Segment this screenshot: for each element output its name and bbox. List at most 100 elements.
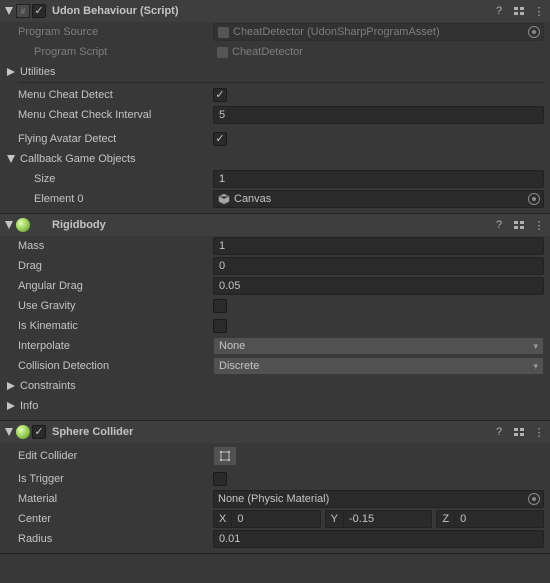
callback-element0-label: Element 0 bbox=[34, 193, 213, 205]
drag-label: Drag bbox=[18, 260, 213, 272]
edit-collider-icon bbox=[218, 449, 232, 463]
material-value: None (Physic Material) bbox=[218, 493, 329, 505]
info-foldout[interactable]: Info bbox=[0, 396, 550, 416]
sphere-collider-header[interactable]: Sphere Collider ? ⋮ bbox=[0, 421, 550, 443]
script-asset-icon bbox=[217, 47, 228, 58]
program-script-row: Program Script CheatDetector bbox=[0, 42, 550, 62]
callback-label: Callback Game Objects bbox=[20, 153, 136, 165]
help-icon[interactable]: ? bbox=[492, 425, 506, 439]
component-title: Rigidbody bbox=[52, 219, 490, 231]
flying-avatar-detect-label: Flying Avatar Detect bbox=[18, 133, 213, 145]
callback-element0-field[interactable]: Canvas bbox=[213, 190, 544, 208]
angular-drag-input[interactable] bbox=[213, 277, 544, 295]
program-script-label: Program Script bbox=[34, 46, 213, 58]
program-source-value: CheatDetector (UdonSharpProgramAsset) bbox=[233, 26, 440, 38]
menu-cheat-interval-label: Menu Cheat Check Interval bbox=[18, 109, 213, 121]
center-z-label: Z bbox=[436, 510, 454, 528]
program-source-row: Program Source CheatDetector (UdonSharpP… bbox=[0, 22, 550, 42]
angular-drag-label: Angular Drag bbox=[18, 280, 213, 292]
mass-label: Mass bbox=[18, 240, 213, 252]
collision-detection-dropdown[interactable]: Discrete bbox=[213, 357, 544, 375]
is-trigger-label: Is Trigger bbox=[18, 473, 213, 485]
foldout-icon[interactable] bbox=[4, 220, 14, 230]
component-enable-checkbox[interactable] bbox=[32, 4, 46, 18]
rigidbody-icon bbox=[16, 218, 30, 232]
is-trigger-checkbox[interactable] bbox=[213, 472, 227, 486]
constraints-foldout[interactable]: Constraints bbox=[0, 376, 550, 396]
flying-avatar-detect-row: Flying Avatar Detect bbox=[0, 129, 550, 149]
udon-behaviour-component: # Udon Behaviour (Script) ? ⋮ Program So… bbox=[0, 0, 550, 214]
callback-element0-row: Element 0 Canvas bbox=[0, 189, 550, 209]
program-source-field[interactable]: CheatDetector (UdonSharpProgramAsset) bbox=[213, 23, 544, 41]
edit-collider-button[interactable] bbox=[213, 446, 237, 466]
center-z-input[interactable] bbox=[454, 510, 544, 528]
foldout-icon bbox=[6, 154, 16, 164]
center-vector: X Y Z bbox=[213, 510, 544, 528]
callback-element0-value: Canvas bbox=[234, 193, 271, 205]
center-label: Center bbox=[18, 513, 213, 525]
use-gravity-checkbox[interactable] bbox=[213, 299, 227, 313]
callback-size-input[interactable] bbox=[213, 170, 544, 188]
preset-icon[interactable] bbox=[512, 4, 526, 18]
preset-icon[interactable] bbox=[512, 218, 526, 232]
rigidbody-header[interactable]: Rigidbody ? ⋮ bbox=[0, 214, 550, 236]
foldout-icon[interactable] bbox=[4, 6, 14, 16]
use-gravity-label: Use Gravity bbox=[18, 300, 213, 312]
script-icon: # bbox=[16, 4, 30, 18]
callback-size-row: Size bbox=[0, 169, 550, 189]
constraints-label: Constraints bbox=[20, 380, 76, 392]
menu-cheat-interval-input[interactable] bbox=[213, 106, 544, 124]
menu-icon[interactable]: ⋮ bbox=[532, 218, 546, 232]
mass-input[interactable] bbox=[213, 237, 544, 255]
radius-label: Radius bbox=[18, 533, 213, 545]
interpolate-label: Interpolate bbox=[18, 340, 213, 352]
is-kinematic-label: Is Kinematic bbox=[18, 320, 213, 332]
help-icon[interactable]: ? bbox=[492, 218, 506, 232]
interpolate-dropdown[interactable]: None bbox=[213, 337, 544, 355]
help-icon[interactable]: ? bbox=[492, 4, 506, 18]
is-kinematic-checkbox[interactable] bbox=[213, 319, 227, 333]
program-script-value: CheatDetector bbox=[232, 46, 303, 58]
component-title: Udon Behaviour (Script) bbox=[52, 5, 490, 17]
object-picker-icon[interactable] bbox=[528, 193, 540, 205]
preset-icon[interactable] bbox=[512, 425, 526, 439]
menu-cheat-detect-label: Menu Cheat Detect bbox=[18, 89, 213, 101]
foldout-icon bbox=[6, 401, 16, 411]
menu-cheat-detect-checkbox[interactable] bbox=[213, 88, 227, 102]
sphere-collider-icon bbox=[16, 425, 30, 439]
callback-size-label: Size bbox=[34, 173, 213, 185]
asset-icon bbox=[218, 27, 229, 38]
menu-icon[interactable]: ⋮ bbox=[532, 4, 546, 18]
program-source-label: Program Source bbox=[18, 26, 213, 38]
component-enable-checkbox[interactable] bbox=[32, 425, 46, 439]
menu-icon[interactable]: ⋮ bbox=[532, 425, 546, 439]
center-x-input[interactable] bbox=[231, 510, 320, 528]
menu-cheat-detect-row: Menu Cheat Detect bbox=[0, 85, 550, 105]
utilities-label: Utilities bbox=[20, 66, 55, 78]
edit-collider-label: Edit Collider bbox=[18, 450, 213, 462]
drag-input[interactable] bbox=[213, 257, 544, 275]
callback-foldout[interactable]: Callback Game Objects bbox=[0, 149, 550, 169]
center-y-label: Y bbox=[325, 510, 343, 528]
foldout-icon[interactable] bbox=[4, 427, 14, 437]
radius-input[interactable] bbox=[213, 530, 544, 548]
info-label: Info bbox=[20, 400, 38, 412]
center-y-input[interactable] bbox=[343, 510, 432, 528]
menu-cheat-interval-row: Menu Cheat Check Interval bbox=[0, 105, 550, 125]
rigidbody-component: Rigidbody ? ⋮ Mass Drag Angular Drag Use… bbox=[0, 214, 550, 421]
object-picker-icon[interactable] bbox=[528, 26, 540, 38]
object-picker-icon[interactable] bbox=[528, 493, 540, 505]
collision-detection-label: Collision Detection bbox=[18, 360, 213, 372]
sphere-collider-component: Sphere Collider ? ⋮ Edit Collider Is Tri… bbox=[0, 421, 550, 554]
material-label: Material bbox=[18, 493, 213, 505]
flying-avatar-detect-checkbox[interactable] bbox=[213, 132, 227, 146]
foldout-icon bbox=[6, 381, 16, 391]
material-field[interactable]: None (Physic Material) bbox=[213, 490, 544, 508]
component-title: Sphere Collider bbox=[52, 426, 490, 438]
program-script-field: CheatDetector bbox=[213, 43, 544, 61]
utilities-foldout[interactable]: Utilities bbox=[0, 62, 550, 82]
udon-header[interactable]: # Udon Behaviour (Script) ? ⋮ bbox=[0, 0, 550, 22]
center-x-label: X bbox=[213, 510, 231, 528]
gameobject-icon bbox=[218, 193, 230, 205]
foldout-icon bbox=[6, 67, 16, 77]
